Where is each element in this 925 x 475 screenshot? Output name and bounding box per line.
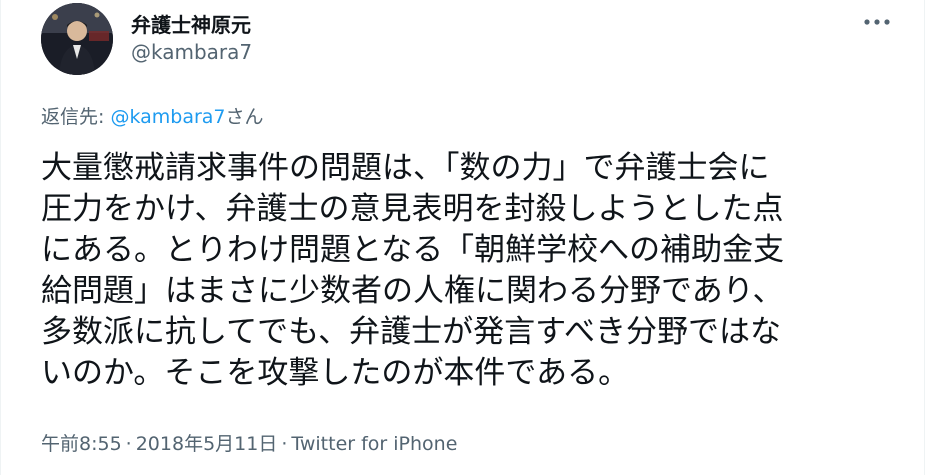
tweet-date[interactable]: 2018年5月11日 <box>136 433 278 455</box>
tweet-text-line: 給問題」はまさに少数者の人権に関わる分野であり、 <box>41 273 784 309</box>
tweet-time[interactable]: 午前8:55 <box>41 433 122 455</box>
meta-separator: · <box>281 433 288 455</box>
reply-prefix: 返信先: <box>41 106 111 128</box>
profile-photo-icon <box>41 3 113 75</box>
meta-separator: · <box>125 433 132 455</box>
author-display-name[interactable]: 弁護士神原元 <box>131 9 251 38</box>
tweet-text: 大量懲戒請求事件の問題は、「数の力」で弁護士会に 圧力をかけ、弁護士の意見表明を… <box>41 148 891 394</box>
reply-mention-link[interactable]: @kambara7 <box>110 106 225 128</box>
more-dots-icon <box>864 19 890 25</box>
tweet-text-line: にある。とりわけ問題となる「朝鮮学校への補助金支 <box>41 232 785 268</box>
tweet-text-line: 多数派に抗してでも、弁護士が発言すべき分野ではな <box>41 314 781 350</box>
tweet-text-line: 圧力をかけ、弁護士の意見表明を封殺しようとした点 <box>41 191 784 227</box>
tweet-source[interactable]: Twitter for iPhone <box>291 433 457 455</box>
tweet-text-line: 大量懲戒請求事件の問題は、「数の力」で弁護士会に <box>41 150 770 186</box>
tweet-text-line: いのか。そこを攻撃したのが本件である。 <box>41 355 630 391</box>
avatar[interactable] <box>41 3 113 75</box>
replying-to: 返信先: @kambara7さん <box>41 102 264 129</box>
more-options-button[interactable] <box>859 8 895 36</box>
reply-suffix: さん <box>225 106 264 128</box>
tweet-card: 弁護士神原元 @kambara7 返信先: @kambara7さん 大量懲戒請求… <box>0 0 925 475</box>
tweet-metadata: 午前8:55 · 2018年5月11日 · Twitter for iPhone <box>41 429 457 456</box>
author-handle[interactable]: @kambara7 <box>131 40 252 64</box>
